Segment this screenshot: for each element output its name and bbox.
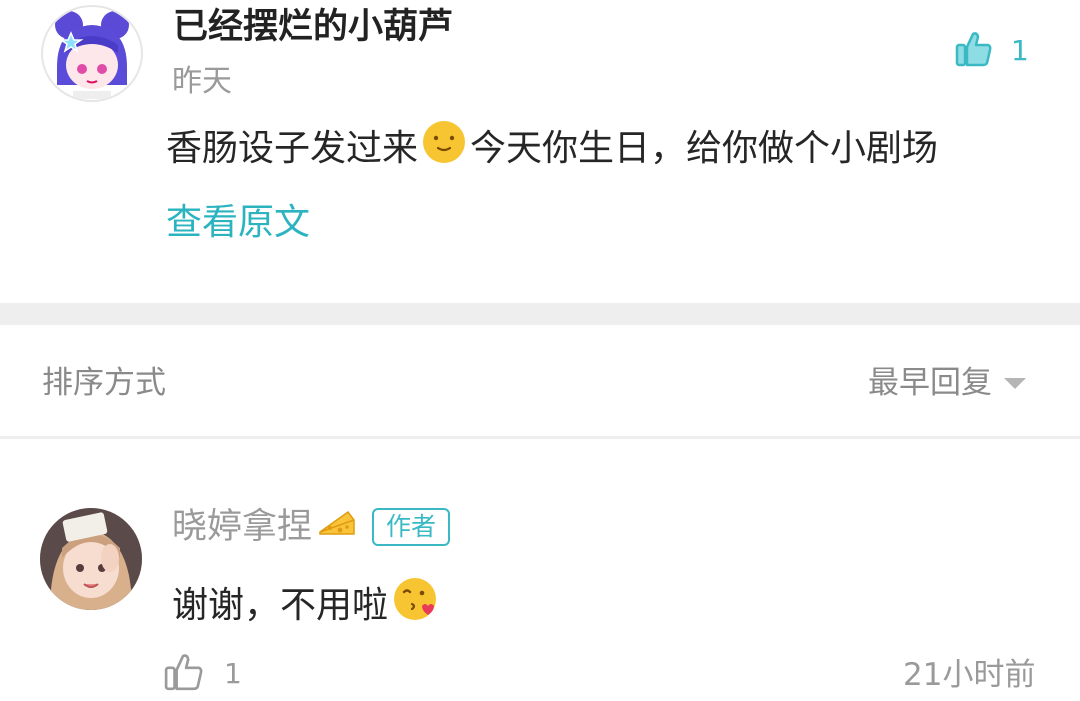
top-comment-like-button[interactable]: 1 <box>955 30 1029 72</box>
sort-label: 排序方式 <box>42 365 166 401</box>
reply-like-button[interactable]: 1 <box>164 652 242 696</box>
sort-value: 最早回复 <box>868 365 992 401</box>
sort-dropdown[interactable]: 最早回复 <box>868 362 1026 404</box>
top-comment-content: 香肠设子发过来 今天你生日，给你做个小剧场 <box>166 120 938 177</box>
avatar-reply[interactable] <box>40 508 142 610</box>
reply-content: 谢谢，不用啦 <box>172 576 442 635</box>
content-text-before: 香肠设子发过来 <box>166 127 419 169</box>
section-divider <box>0 303 1080 325</box>
top-comment-like-count: 1 <box>1011 34 1029 67</box>
reply-user-row: 晓婷拿捏 作者 <box>172 504 451 550</box>
thumbs-up-icon <box>164 652 204 696</box>
avatar-top-comment[interactable] <box>41 5 143 102</box>
reply-like-count: 1 <box>224 657 242 690</box>
top-comment-username[interactable]: 已经摆烂的小葫芦 <box>173 4 453 50</box>
top-comment-time: 昨天 <box>172 64 232 99</box>
reply-username[interactable]: 晓婷拿捏 <box>172 504 312 550</box>
cheese-icon <box>318 504 356 550</box>
author-badge: 作者 <box>372 508 451 546</box>
view-original-link[interactable]: 查看原文 <box>166 199 310 247</box>
reply-time: 21小时前 <box>903 657 1036 693</box>
reply-text: 谢谢，不用啦 <box>172 584 389 626</box>
smile-emoji-icon <box>422 120 466 177</box>
content-text-after: 今天你生日，给你做个小剧场 <box>470 127 939 169</box>
caret-down-icon <box>1004 377 1026 389</box>
thumbs-up-icon <box>955 30 993 72</box>
kiss-emoji-icon <box>392 576 438 635</box>
